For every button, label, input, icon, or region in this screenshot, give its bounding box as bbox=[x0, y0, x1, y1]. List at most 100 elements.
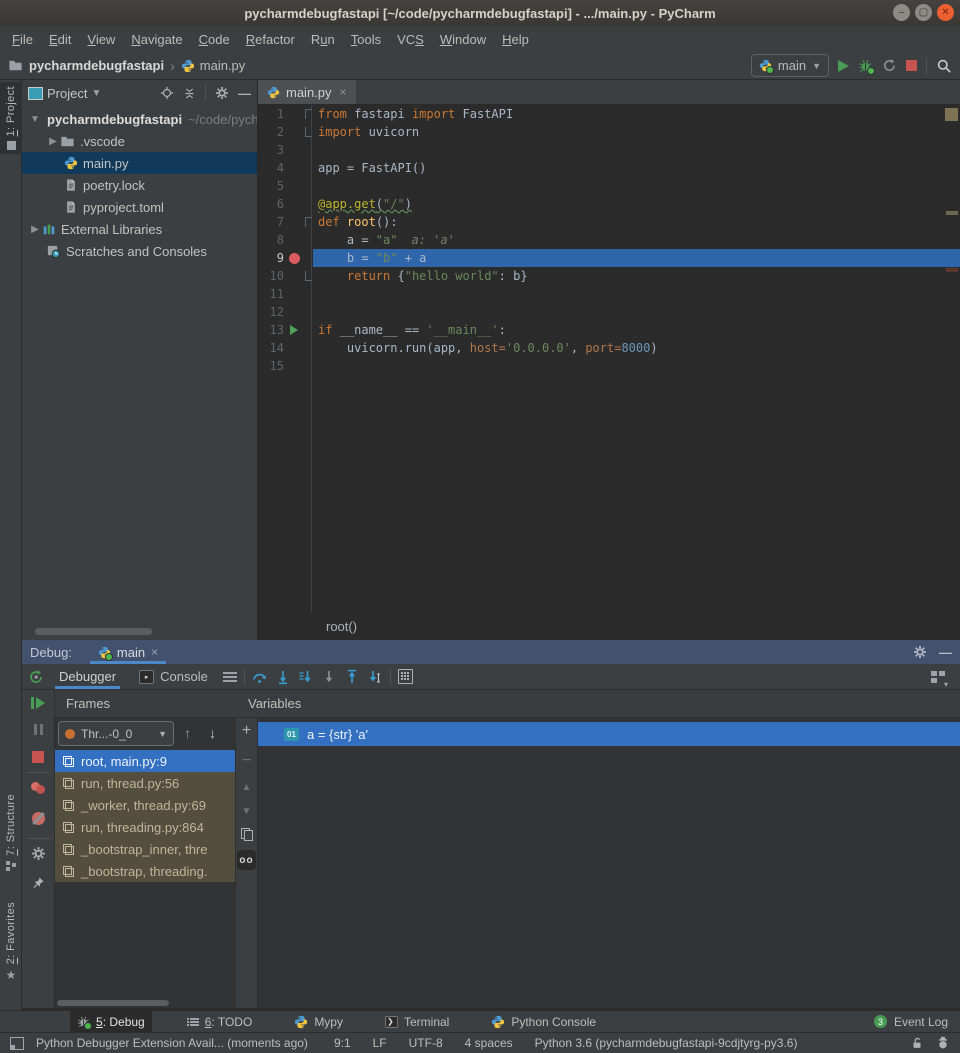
menu-item-help[interactable]: Help bbox=[494, 32, 537, 47]
line-number[interactable]: 4 bbox=[258, 159, 286, 177]
tree-item-scratches-and-consoles[interactable]: Scratches and Consoles bbox=[22, 240, 257, 262]
code-text[interactable]: b = "b" + a bbox=[313, 249, 960, 267]
code-line-14[interactable]: 14 uvicorn.run(app, host='0.0.0.0', port… bbox=[258, 339, 960, 357]
gutter[interactable] bbox=[286, 195, 302, 213]
next-frame-icon[interactable]: ↓ bbox=[209, 725, 216, 741]
breakpoint-icon[interactable] bbox=[286, 249, 302, 267]
hector-inspector-icon[interactable] bbox=[936, 1036, 950, 1050]
variable-row[interactable]: 01 a = {str} 'a' bbox=[258, 722, 960, 746]
frame-row[interactable]: root, main.py:9 bbox=[55, 750, 235, 772]
menu-item-code[interactable]: Code bbox=[191, 32, 238, 47]
line-number[interactable]: 3 bbox=[258, 141, 286, 159]
code-line-11[interactable]: 11 bbox=[258, 285, 960, 303]
code-text[interactable]: def root(): bbox=[313, 213, 960, 231]
fold-marker[interactable] bbox=[302, 339, 313, 357]
frames-horizontal-scrollbar[interactable] bbox=[57, 1000, 169, 1006]
breadcrumb-scope[interactable]: root() bbox=[326, 619, 357, 634]
code-line-3[interactable]: 3 bbox=[258, 141, 960, 159]
status-item[interactable]: Python 3.6 (pycharmdebugfastapi-9cdjtyrg… bbox=[535, 1036, 798, 1050]
tab-console[interactable]: ▸ Console bbox=[131, 664, 216, 689]
line-number[interactable]: 9 bbox=[258, 249, 286, 267]
code-line-4[interactable]: 4app = FastAPI() bbox=[258, 159, 960, 177]
status-item[interactable]: 9:1 bbox=[334, 1036, 351, 1050]
tree-item-pycharmdebugfastapi[interactable]: ▼pycharmdebugfastapi~/code/pycharmdebugf… bbox=[22, 108, 257, 130]
lock-icon[interactable] bbox=[910, 1036, 924, 1050]
code-editor[interactable]: 1from fastapi import FastAPI2import uvic… bbox=[258, 105, 960, 612]
code-line-1[interactable]: 1from fastapi import FastAPI bbox=[258, 105, 960, 123]
gutter[interactable] bbox=[286, 357, 302, 375]
fold-marker[interactable] bbox=[302, 141, 313, 159]
code-line-7[interactable]: 7 def root(): bbox=[258, 213, 960, 231]
toolwindow-button-mypy[interactable]: Mypy bbox=[287, 1011, 350, 1032]
menu-item-file[interactable]: File bbox=[4, 32, 41, 47]
fold-marker[interactable] bbox=[302, 105, 313, 123]
frame-row[interactable]: _bootstrap_inner, thre bbox=[55, 838, 235, 860]
project-panel-title[interactable]: Project bbox=[47, 86, 87, 101]
fold-marker[interactable] bbox=[302, 357, 313, 375]
project-horizontal-scrollbar[interactable] bbox=[35, 628, 152, 635]
breakpoint-stripe-mark[interactable] bbox=[946, 268, 958, 272]
menu-item-run[interactable]: Run bbox=[303, 32, 343, 47]
debug-session-tab[interactable]: main × bbox=[90, 640, 166, 664]
pause-icon[interactable] bbox=[22, 724, 54, 735]
code-line-10[interactable]: 10 return {"hello world": b} bbox=[258, 267, 960, 285]
breadcrumb-file[interactable]: main.py bbox=[200, 58, 246, 73]
fold-marker[interactable] bbox=[302, 285, 313, 303]
move-up-icon[interactable]: ▲ bbox=[235, 782, 258, 793]
gear-icon[interactable] bbox=[22, 846, 54, 861]
status-item[interactable]: LF bbox=[373, 1036, 387, 1050]
code-line-13[interactable]: 13if __name__ == '__main__': bbox=[258, 321, 960, 339]
toolwindow-toggle-icon[interactable] bbox=[10, 1037, 24, 1050]
chevron-right-icon[interactable]: ▶ bbox=[28, 224, 42, 235]
tab-debugger[interactable]: Debugger bbox=[51, 664, 124, 689]
gutter[interactable] bbox=[286, 231, 302, 249]
fold-marker[interactable] bbox=[302, 177, 313, 195]
breadcrumb-project[interactable]: pycharmdebugfastapi bbox=[29, 58, 164, 73]
rerun-icon[interactable] bbox=[28, 669, 44, 685]
line-number[interactable]: 6 bbox=[258, 195, 286, 213]
code-line-6[interactable]: 6@app.get("/") bbox=[258, 195, 960, 213]
code-line-8[interactable]: 8 a = "a"a: 'a' bbox=[258, 231, 960, 249]
fold-marker[interactable] bbox=[302, 213, 313, 231]
code-line-15[interactable]: 15 bbox=[258, 357, 960, 375]
minimize-icon[interactable]: – bbox=[893, 4, 910, 21]
step-into-my-code-icon[interactable] bbox=[298, 669, 314, 685]
menu-item-window[interactable]: Window bbox=[432, 32, 494, 47]
gutter[interactable] bbox=[286, 339, 302, 357]
code-text[interactable] bbox=[313, 141, 960, 159]
close-tab-icon[interactable]: × bbox=[340, 85, 347, 99]
frame-row[interactable]: _worker, thread.py:69 bbox=[55, 794, 235, 816]
code-text[interactable]: uvicorn.run(app, host='0.0.0.0', port=80… bbox=[313, 339, 960, 357]
stop-icon[interactable] bbox=[22, 751, 54, 763]
debug-button[interactable] bbox=[858, 58, 873, 73]
code-text[interactable]: a = "a"a: 'a' bbox=[313, 231, 960, 249]
frame-row[interactable]: run, threading.py:864 bbox=[55, 816, 235, 838]
chevron-right-icon[interactable]: ▶ bbox=[46, 136, 60, 147]
remove-watch-icon[interactable]: − bbox=[235, 752, 258, 770]
run-button[interactable] bbox=[838, 60, 849, 72]
gutter[interactable] bbox=[286, 213, 302, 231]
line-number[interactable]: 7 bbox=[258, 213, 286, 231]
code-text[interactable]: import uvicorn bbox=[313, 123, 960, 141]
line-number[interactable]: 14 bbox=[258, 339, 286, 357]
run-to-cursor-icon[interactable] bbox=[367, 669, 383, 685]
thread-selector[interactable]: Thr...-0_0 ▼ bbox=[58, 721, 174, 746]
pin-icon[interactable] bbox=[22, 876, 54, 890]
menu-item-vcs[interactable]: VCS bbox=[389, 32, 432, 47]
gutter[interactable] bbox=[286, 141, 302, 159]
tree-item-pyproject-toml[interactable]: pyproject.toml bbox=[22, 196, 257, 218]
move-down-icon[interactable]: ▼ bbox=[235, 806, 258, 817]
fold-marker[interactable] bbox=[302, 249, 313, 267]
layout-settings-icon[interactable] bbox=[931, 671, 946, 683]
editor-tab-main-py[interactable]: main.py × bbox=[258, 80, 356, 104]
search-icon[interactable] bbox=[936, 58, 952, 74]
sidebar-item-favorites[interactable]: 2: Favorites ★ bbox=[0, 898, 22, 985]
tree-item-external-libraries[interactable]: ▶External Libraries bbox=[22, 218, 257, 240]
status-item[interactable]: 4 spaces bbox=[465, 1036, 513, 1050]
line-number[interactable]: 1 bbox=[258, 105, 286, 123]
code-text[interactable]: if __name__ == '__main__': bbox=[313, 321, 960, 339]
toolwindow-button-5-debug[interactable]: 5: Debug bbox=[70, 1011, 152, 1032]
collapse-all-icon[interactable] bbox=[183, 87, 196, 100]
hide-panel-icon[interactable]: — bbox=[238, 86, 251, 101]
hide-panel-icon[interactable]: — bbox=[939, 645, 952, 660]
